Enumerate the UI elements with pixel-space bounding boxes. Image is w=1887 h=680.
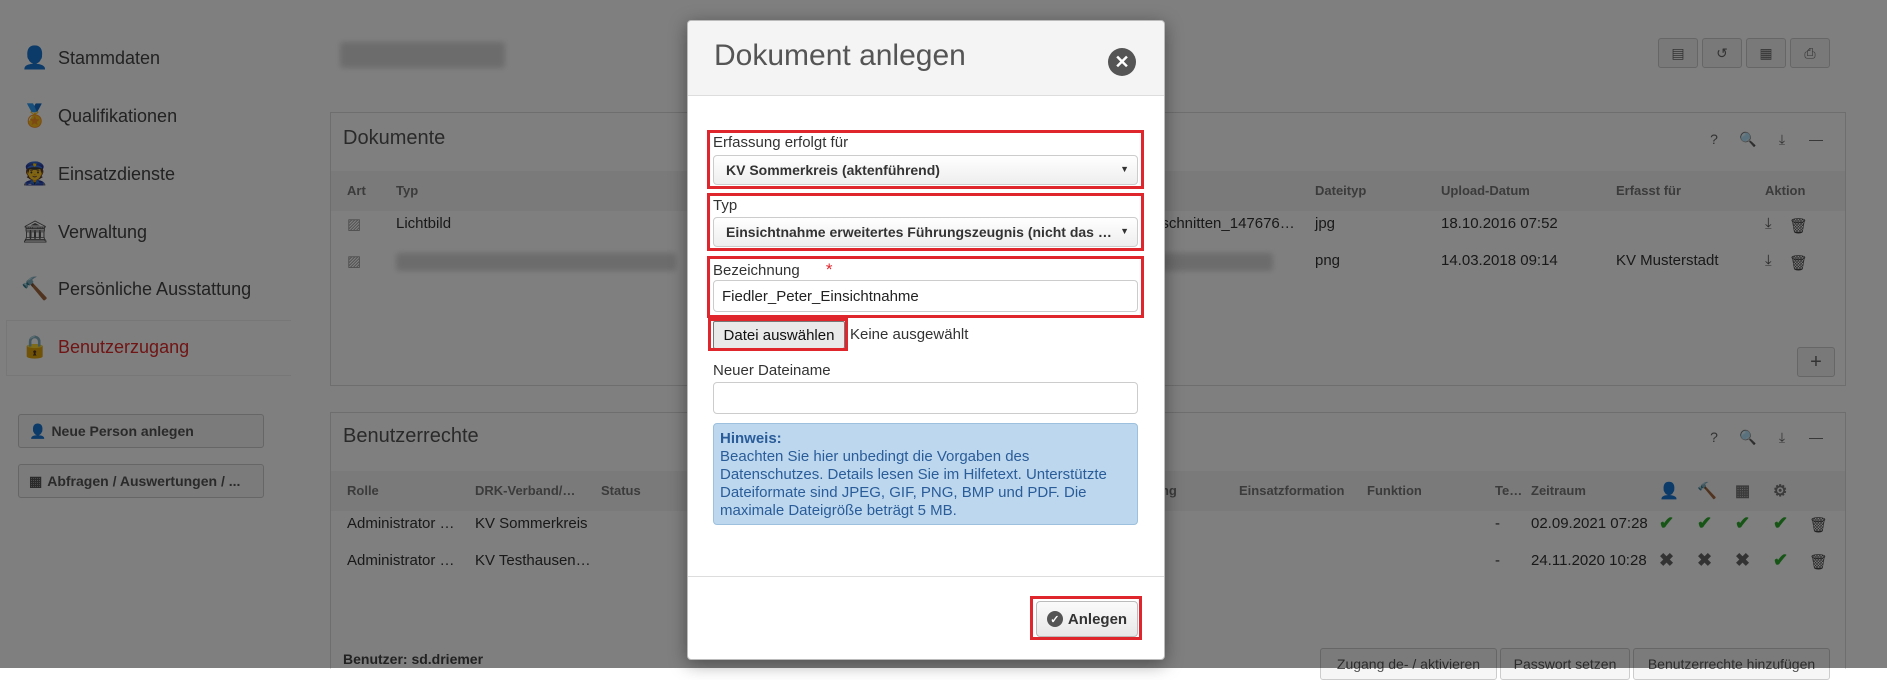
dialog-title: Dokument anlegen bbox=[714, 39, 966, 72]
highlight-bezeichnung bbox=[707, 256, 1144, 318]
highlight-file-button bbox=[708, 318, 848, 351]
highlight-erfassung bbox=[707, 130, 1144, 189]
hint-text: Beachten Sie hier unbedingt die Vorgaben… bbox=[720, 448, 1107, 519]
new-filename-label: Neuer Dateiname bbox=[713, 362, 831, 379]
dialog-footer-divider bbox=[688, 576, 1164, 577]
dialog-header: Dokument anlegen ✕ bbox=[688, 21, 1164, 96]
hint-title: Hinweis: bbox=[720, 430, 782, 447]
close-icon[interactable]: ✕ bbox=[1108, 48, 1136, 76]
hint-box: Hinweis: Beachten Sie hier unbedingt die… bbox=[713, 423, 1138, 525]
new-filename-input[interactable] bbox=[713, 382, 1138, 414]
create-document-dialog: Dokument anlegen ✕ Erfassung erfolgt für… bbox=[687, 20, 1165, 660]
file-status: Keine ausgewählt bbox=[850, 326, 969, 343]
highlight-typ bbox=[707, 193, 1144, 251]
highlight-create-button bbox=[1030, 596, 1142, 640]
